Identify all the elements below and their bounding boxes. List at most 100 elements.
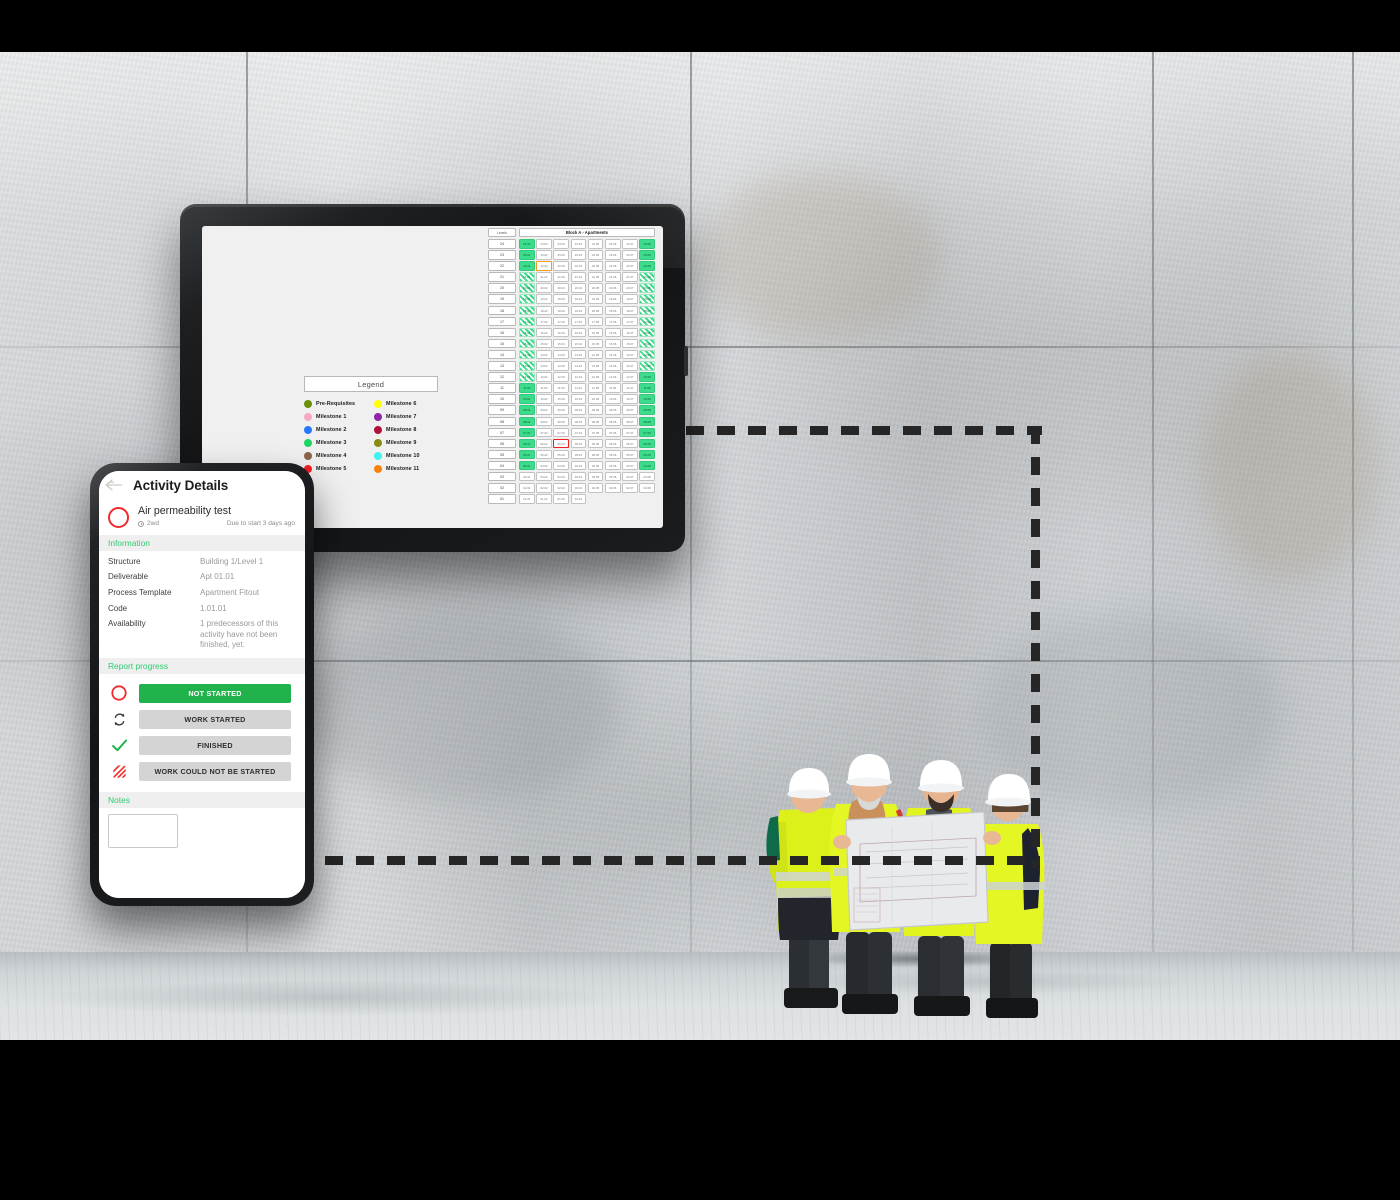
matrix-cell[interactable]: 10.06 [604,394,621,404]
matrix-cell[interactable]: 15.08 [639,338,655,349]
matrix-cell[interactable]: 13.05 [587,361,604,371]
matrix-cell[interactable]: 23.04 [570,250,587,260]
matrix-cell[interactable]: 05.01 [519,449,535,460]
matrix-cell[interactable]: 13.03 [553,361,569,371]
matrix-cell[interactable]: 09.01 [519,405,535,415]
matrix-cell[interactable]: 20.08 [639,283,655,293]
matrix-cell[interactable]: 15.02 [536,338,552,349]
matrix-cell[interactable]: 21.05 [587,272,604,282]
matrix-cell[interactable]: 01.03 [553,494,569,504]
matrix-cell[interactable]: 12.06 [604,372,621,382]
matrix-cell[interactable]: 14.03 [553,349,569,360]
matrix-cell[interactable]: 08.04 [570,416,587,426]
matrix-cell[interactable]: 02.05 [587,483,604,493]
matrix-cell[interactable]: 09.07 [622,405,638,415]
matrix-cell[interactable]: 03.06 [604,471,621,482]
notes-input[interactable] [108,814,178,849]
matrix-cell[interactable]: 23.05 [587,250,604,260]
back-arrow-icon[interactable] [105,478,123,492]
matrix-cell[interactable]: 14.06 [604,349,621,360]
matrix-cell[interactable]: 17.06 [604,316,621,327]
matrix-cell[interactable]: 23.02 [536,250,552,260]
matrix-cell[interactable]: 06.06 [604,438,621,449]
matrix-cell[interactable]: 13.01 [519,361,535,371]
matrix-cell[interactable]: 02.02 [536,483,552,493]
matrix-cell[interactable]: 07.04 [570,427,587,438]
matrix-cell[interactable]: 04.04 [570,460,587,471]
matrix-cell[interactable]: 18.08 [639,305,655,316]
matrix-cell[interactable]: 03.07 [622,471,638,482]
matrix-cell[interactable]: 03.03 [553,471,569,482]
matrix-cell[interactable]: 01.04 [570,494,587,504]
matrix-cell[interactable]: 18.07 [622,305,638,316]
matrix-cell[interactable]: 18.01 [519,305,535,316]
matrix-cell[interactable]: 24.04 [570,239,587,249]
matrix-cell[interactable]: 09.03 [553,405,569,415]
matrix-cell[interactable]: 05.04 [570,449,587,460]
matrix-cell[interactable]: 22.05 [587,261,604,271]
matrix-cell[interactable]: 06.07 [622,438,638,449]
matrix-cell[interactable]: 17.08 [639,316,655,327]
matrix-cell[interactable]: 11.02 [536,383,552,393]
matrix-cell[interactable]: 06.05 [587,438,604,449]
matrix-cell[interactable]: 05.03 [553,449,569,460]
matrix-cell[interactable]: 02.08 [639,483,655,493]
matrix-cell[interactable]: 17.02 [536,316,552,327]
matrix-cell[interactable]: 22.03 [553,261,569,271]
matrix-cell[interactable]: 15.04 [570,338,587,349]
matrix-cell[interactable]: 12.01 [519,372,535,382]
matrix-cell[interactable]: 22.07 [622,261,638,271]
matrix-cell[interactable]: 16.08 [639,327,655,338]
matrix-cell[interactable]: 15.07 [622,338,638,349]
matrix-cell[interactable]: 14.07 [622,349,638,360]
progress-button[interactable]: FINISHED [139,735,291,755]
matrix-cell[interactable]: 16.06 [604,327,621,338]
matrix-cell[interactable]: 02.03 [553,483,569,493]
matrix-cell[interactable]: 17.03 [553,316,569,327]
report-progress-row[interactable]: WORK COULD NOT BE STARTED [99,758,305,784]
matrix-cell[interactable]: 09.05 [587,405,604,415]
matrix-cell[interactable]: 22.02 [536,261,552,271]
matrix-cell[interactable]: 13.02 [536,361,552,371]
matrix-cell[interactable]: 06.01 [519,438,535,449]
matrix-cell[interactable]: 23.08 [639,250,655,260]
matrix-cell[interactable]: 06.03 [553,438,569,449]
report-progress-row[interactable]: WORK STARTED [99,706,305,732]
matrix-cell[interactable]: 04.02 [536,460,552,471]
matrix-cell[interactable]: 07.07 [622,427,638,438]
matrix-cell[interactable]: 18.06 [604,305,621,316]
matrix-cell[interactable]: 04.06 [604,460,621,471]
matrix-cell[interactable]: 14.08 [639,349,655,360]
matrix-cell[interactable]: 16.01 [519,327,535,338]
matrix-cell[interactable]: 05.07 [622,449,638,460]
matrix-cell[interactable]: 21.08 [639,272,655,282]
matrix-cell[interactable]: 11.07 [622,383,638,393]
matrix-cell[interactable]: 08.08 [639,416,655,426]
matrix-cell[interactable]: 23.01 [519,250,535,260]
matrix-cell[interactable]: 11.06 [604,383,621,393]
matrix-cell[interactable]: 17.07 [622,316,638,327]
matrix-cell[interactable]: 22.04 [570,261,587,271]
matrix-cell[interactable]: 20.06 [604,283,621,293]
matrix-cell[interactable]: 24.07 [622,239,638,249]
matrix-cell[interactable]: 14.05 [587,349,604,360]
matrix-cell[interactable]: 05.02 [536,449,552,460]
matrix-cell[interactable]: 05.08 [639,449,655,460]
matrix-cell[interactable]: 19.08 [639,294,655,304]
matrix-cell[interactable]: 24.02 [536,239,552,249]
matrix-cell[interactable]: 05.05 [587,449,604,460]
matrix-cell[interactable]: 05.06 [604,449,621,460]
matrix-cell[interactable]: 10.08 [639,394,655,404]
matrix-cell[interactable]: 03.01 [519,471,535,482]
matrix-cell[interactable]: 20.01 [519,283,535,293]
matrix-cell[interactable]: 10.07 [622,394,638,404]
matrix-cell[interactable]: 16.04 [570,327,587,338]
matrix-cell[interactable]: 07.01 [519,427,535,438]
matrix-cell[interactable]: 10.04 [570,394,587,404]
matrix-cell[interactable]: 21.06 [604,272,621,282]
progress-button[interactable]: WORK COULD NOT BE STARTED [139,761,291,781]
matrix-cell[interactable]: 11.08 [639,383,655,393]
matrix-cell[interactable]: 12.05 [587,372,604,382]
matrix-cell[interactable]: 20.03 [553,283,569,293]
matrix-cell[interactable]: 10.01 [519,394,535,404]
